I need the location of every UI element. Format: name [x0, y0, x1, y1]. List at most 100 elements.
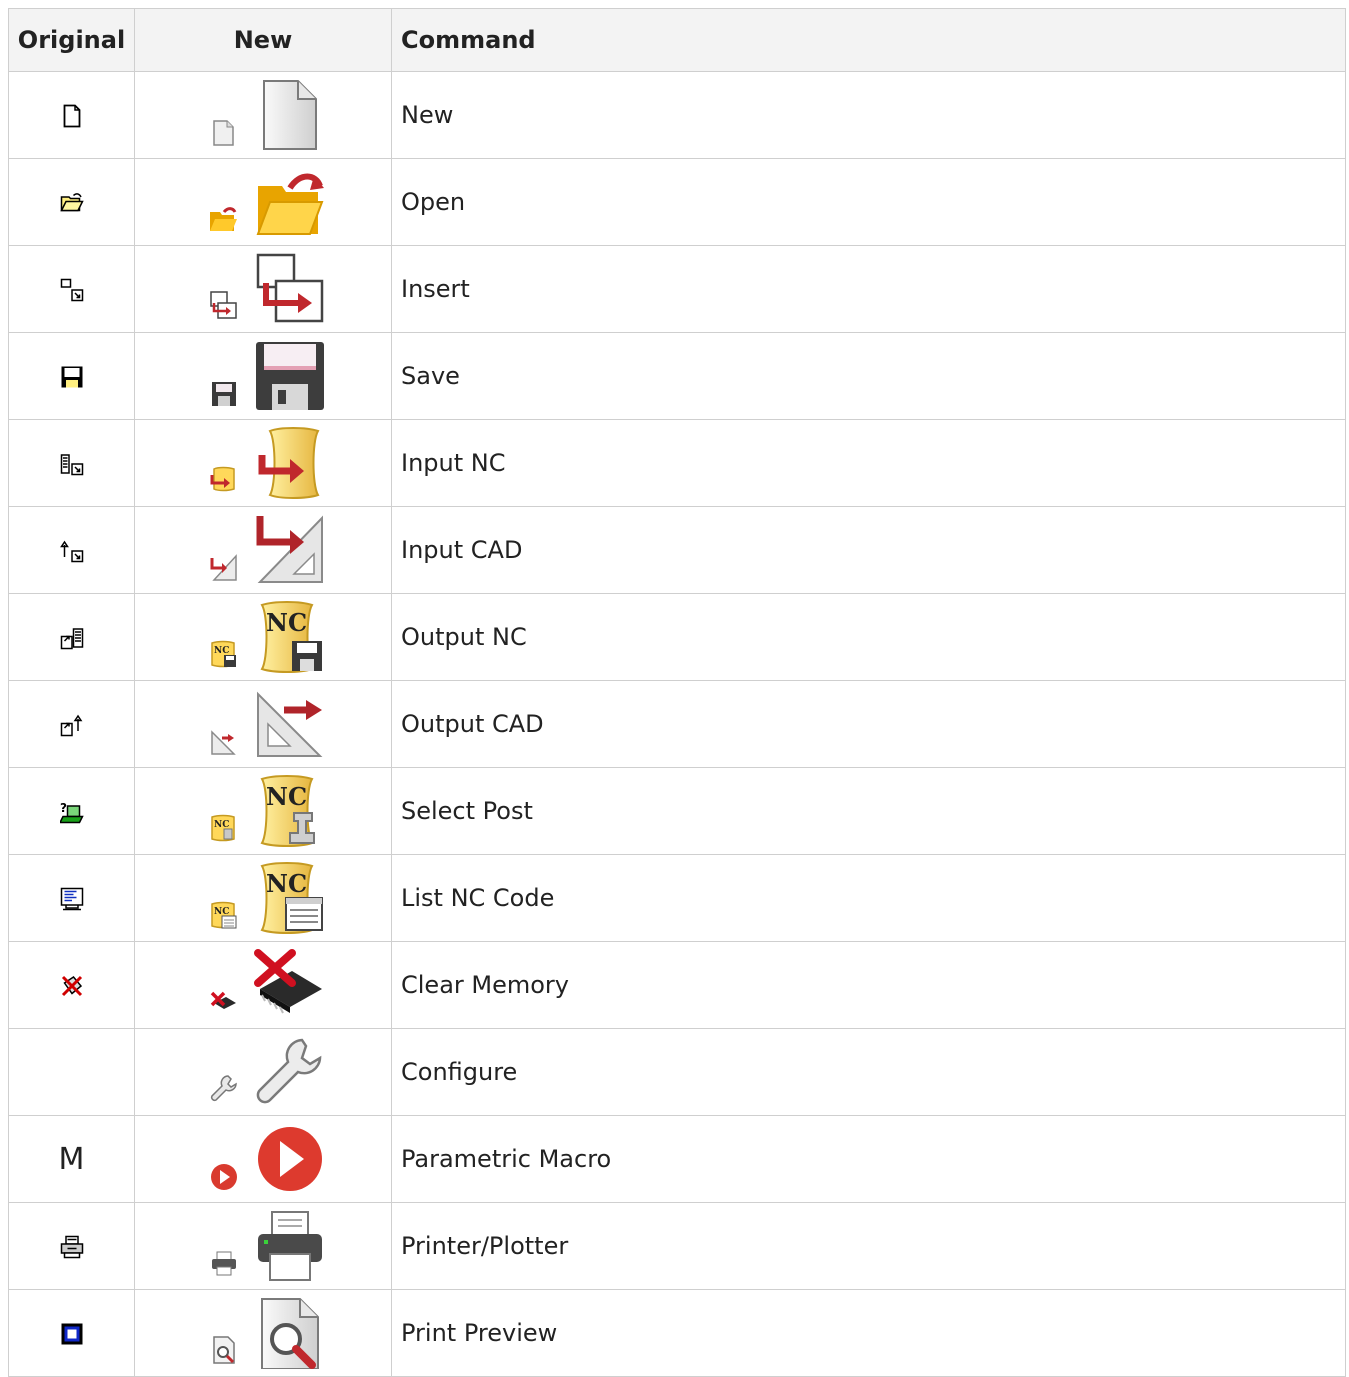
command-label: New [391, 71, 1346, 159]
command-label: Printer/Plotter [391, 1202, 1346, 1290]
new-document-icon [63, 104, 80, 128]
new-icon-cell: NC NC [134, 767, 392, 855]
icon-comparison-table-wrap: Original New Command New Open Insert Sav… [8, 8, 1346, 1377]
select-post-icon: NC [260, 775, 315, 847]
table-row: NC NC List NC Code [8, 854, 1346, 942]
output-cad-icon [257, 691, 323, 757]
output-cad-icon [211, 730, 236, 755]
new-icon-cell [134, 158, 392, 246]
original-icon-cell [8, 506, 135, 594]
new-icon-cell [134, 71, 392, 159]
table-row: Configure [8, 1028, 1346, 1116]
new-icon-cell [134, 332, 392, 420]
command-label: Insert [391, 245, 1346, 333]
new-icon-cell: NC NC [134, 854, 392, 942]
wrench-icon [210, 1075, 237, 1102]
printer-icon [60, 1235, 83, 1259]
save-disk-icon [256, 342, 324, 410]
table-row: Output CAD [8, 680, 1346, 768]
table-row: Save [8, 332, 1346, 420]
input-cad-icon [256, 515, 323, 583]
insert-icon [210, 291, 237, 319]
play-icon [258, 1127, 322, 1191]
header-original: Original [8, 8, 135, 72]
svg-text:NC: NC [266, 869, 307, 898]
command-label: Output NC [391, 593, 1346, 681]
new-icon-cell: NC NC [134, 593, 392, 681]
clear-memory-icon [61, 975, 82, 997]
command-label: Print Preview [391, 1289, 1346, 1377]
new-icon-cell [134, 1289, 392, 1377]
open-folder-icon [59, 193, 84, 212]
svg-text:?: ? [60, 801, 67, 815]
command-label: Select Post [391, 767, 1346, 855]
icon-comparison-table: Original New Command New Open Insert Sav… [8, 8, 1346, 1377]
new-icon-cell [134, 941, 392, 1029]
svg-text:NC: NC [266, 782, 307, 811]
command-label: List NC Code [391, 854, 1346, 942]
new-document-icon [263, 80, 317, 150]
new-icon-cell [134, 1115, 392, 1203]
list-nc-code-icon: NC [260, 862, 323, 934]
table-row: M Parametric Macro [8, 1115, 1346, 1203]
command-label: Save [391, 332, 1346, 420]
original-icon-cell [8, 1028, 135, 1116]
save-disk-icon [61, 366, 82, 388]
list-nc-code-icon [60, 887, 83, 911]
table-row: Open [8, 158, 1346, 246]
print-preview-icon [61, 1323, 82, 1345]
print-preview-icon [261, 1298, 319, 1369]
input-nc-icon [60, 454, 83, 476]
open-folder-icon [256, 173, 324, 235]
table-row: ? NC NC Select Post [8, 767, 1346, 855]
table-row: Clear Memory [8, 941, 1346, 1029]
input-cad-icon [210, 554, 237, 581]
print-preview-icon [213, 1336, 235, 1364]
original-icon-cell [8, 593, 135, 681]
input-cad-icon [59, 540, 83, 563]
output-nc-icon: NC [260, 601, 322, 673]
input-nc-icon [258, 427, 320, 499]
macro-m-icon: M [58, 1141, 85, 1177]
open-folder-icon [210, 207, 237, 231]
original-icon-cell [8, 941, 135, 1029]
command-label: Clear Memory [391, 941, 1346, 1029]
new-icon-cell [134, 245, 392, 333]
table-row: Input NC [8, 419, 1346, 507]
original-icon-cell [8, 158, 135, 246]
command-label: Open [391, 158, 1346, 246]
table-row: New [8, 71, 1346, 159]
command-label: Input NC [391, 419, 1346, 507]
command-label: Output CAD [391, 680, 1346, 768]
original-icon-cell [8, 1202, 135, 1290]
play-icon [211, 1164, 237, 1190]
table-row: Printer/Plotter [8, 1202, 1346, 1290]
command-label: Configure [391, 1028, 1346, 1116]
table-row: Insert [8, 245, 1346, 333]
clear-memory-icon [254, 949, 322, 1014]
save-disk-icon [212, 382, 236, 406]
printer-icon [212, 1251, 236, 1276]
original-icon-cell [8, 332, 135, 420]
new-document-icon [213, 120, 234, 146]
input-nc-icon [210, 466, 235, 492]
original-icon-cell [8, 1289, 135, 1377]
output-nc-icon [60, 628, 83, 650]
table-row: Print Preview [8, 1289, 1346, 1377]
new-icon-cell [134, 419, 392, 507]
original-icon-cell [8, 680, 135, 768]
original-icon-cell [8, 419, 135, 507]
original-icon-cell [8, 854, 135, 942]
list-nc-code-icon: NC [211, 901, 237, 929]
new-icon-cell [134, 680, 392, 768]
select-post-icon: ? [59, 801, 84, 824]
original-icon-cell [8, 71, 135, 159]
printer-icon [258, 1211, 322, 1281]
select-post-icon: NC [211, 814, 235, 842]
new-icon-cell [134, 1028, 392, 1116]
table-row: Input CAD [8, 506, 1346, 594]
wrench-icon [256, 1038, 322, 1104]
table-row: NC NC Output NC [8, 593, 1346, 681]
new-icon-cell [134, 506, 392, 594]
svg-text:NC: NC [214, 646, 229, 656]
